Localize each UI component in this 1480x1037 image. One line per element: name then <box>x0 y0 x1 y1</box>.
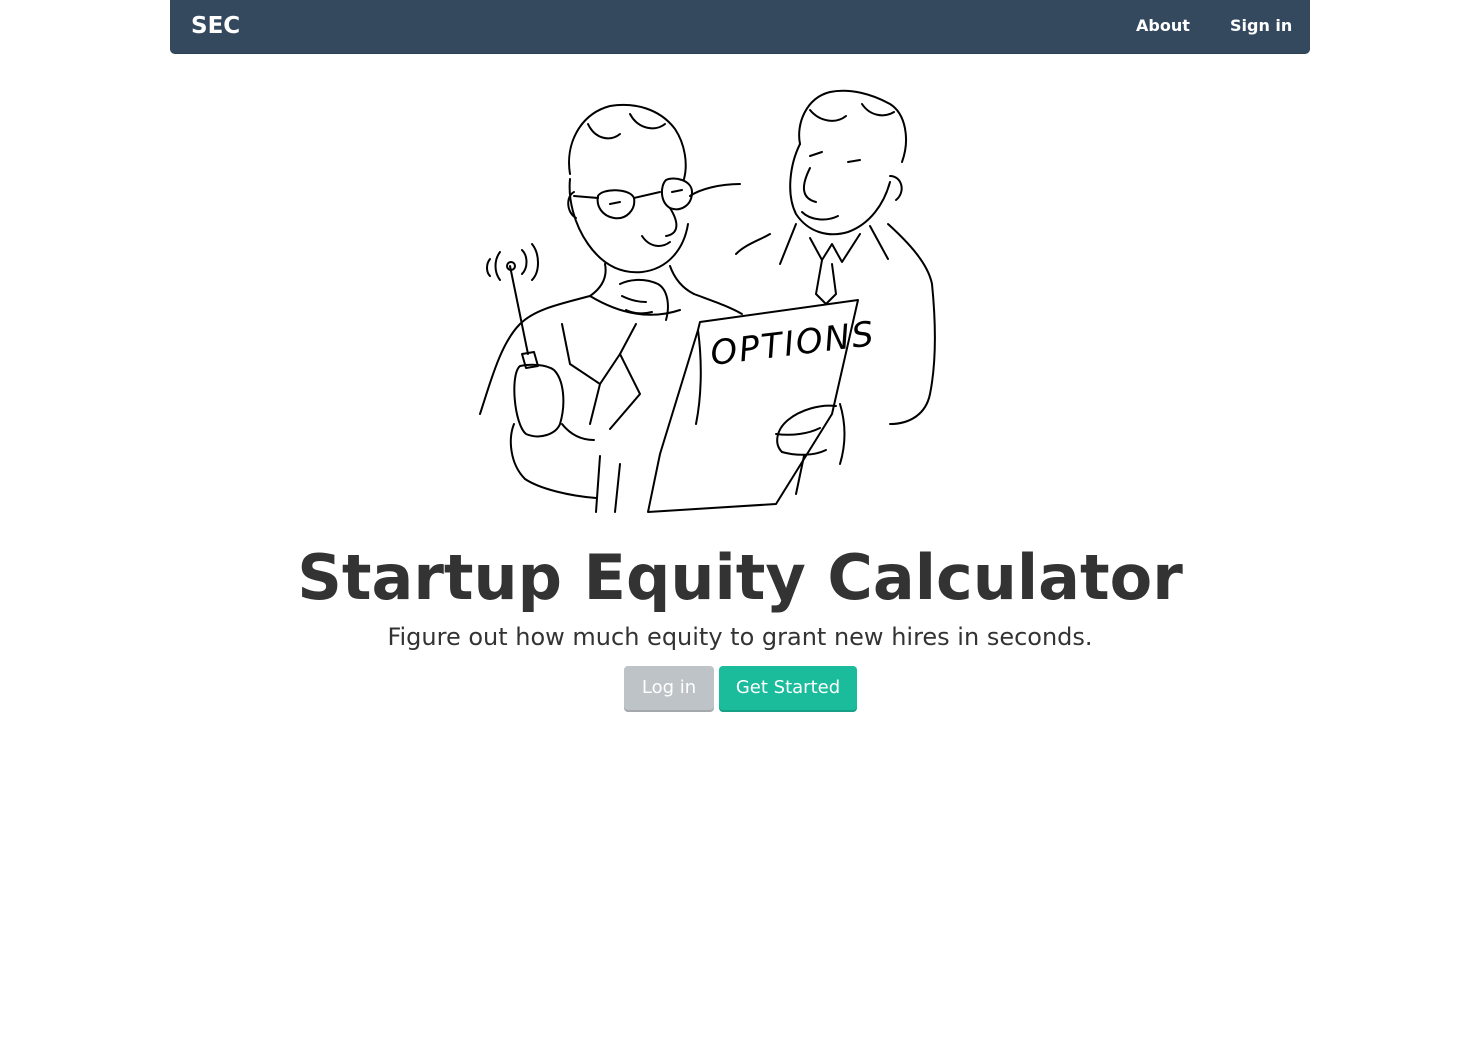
nav-sign-in-link[interactable]: Sign in <box>1230 15 1292 37</box>
log-in-button[interactable]: Log in <box>624 666 714 710</box>
brand-logo-link[interactable]: SEC <box>191 12 240 40</box>
options-cartoon-illustration: OPTIONS <box>470 84 940 516</box>
page-subtitle: Figure out how much equity to grant new … <box>387 623 1093 651</box>
top-navbar: SEC About Sign in <box>170 0 1310 53</box>
page-title: Startup Equity Calculator <box>297 541 1183 614</box>
cartoon-drawing <box>479 89 936 513</box>
nav-about-link[interactable]: About <box>1136 15 1190 37</box>
get-started-button[interactable]: Get Started <box>719 666 857 710</box>
